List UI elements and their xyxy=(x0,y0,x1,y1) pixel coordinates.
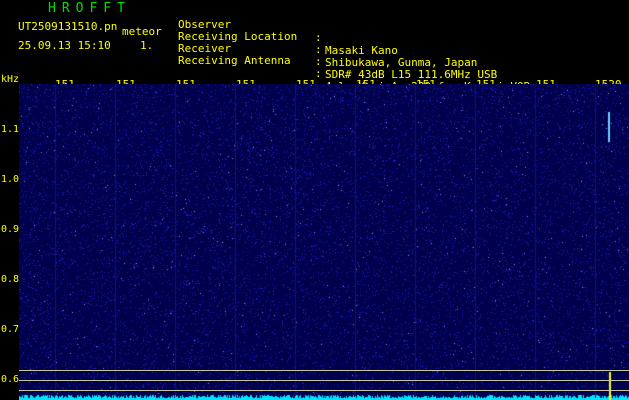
tag-label: meteor xyxy=(122,25,162,38)
info-row-receiver: Receiver : SDR# 43dB L15 111.6MHz USB xyxy=(178,29,497,81)
spectrogram xyxy=(19,84,629,400)
info-row-location: Receiving Location : Shibukawa, Gunma, J… xyxy=(178,17,477,69)
reference-line xyxy=(19,380,629,381)
info-row-antenna: Receiving Antenna : 4ele Yagi Az 230 for… xyxy=(178,41,530,93)
counter: 1. xyxy=(140,39,154,52)
frequency-axis: 1.1 1.0 0.9 0.8 0.7 0.6 xyxy=(0,84,19,400)
frequency-tick: 0.8 xyxy=(1,274,20,285)
spectrogram-canvas xyxy=(19,84,629,400)
filename: UT2509131510.pn xyxy=(18,20,118,33)
datetime: 25.09.13 15:10 xyxy=(18,39,111,52)
reference-line xyxy=(19,370,629,371)
frequency-tick: 0.9 xyxy=(1,224,20,235)
reference-line xyxy=(19,390,629,391)
frequency-tick: 1.1 xyxy=(1,124,20,135)
frequency-tick: 0.7 xyxy=(1,324,20,335)
frequency-tick: 0.6 xyxy=(1,374,20,385)
header: HROFFT UT2509131510.pn meteor 25.09.13 1… xyxy=(0,0,629,93)
info-row-observer: Observer : Masaki Kano xyxy=(178,5,398,57)
app-title: HROFFT xyxy=(48,1,131,16)
info-label: Receiving Antenna xyxy=(178,54,291,67)
frequency-tick: 1.0 xyxy=(1,174,20,185)
